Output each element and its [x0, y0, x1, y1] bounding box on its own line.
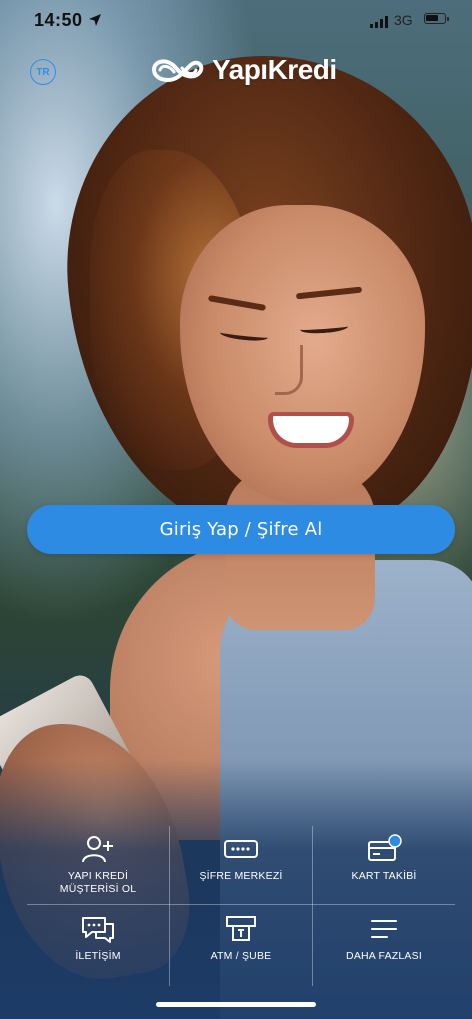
contact-button[interactable]: İLETİŞİM — [27, 906, 169, 986]
password-icon — [223, 834, 259, 864]
menu-icon — [366, 914, 402, 944]
more-label: DAHA FAZLASI — [346, 950, 422, 962]
password-center-button[interactable]: ŞİFRE MERKEZİ — [170, 826, 312, 906]
network-type: 3G — [394, 12, 413, 28]
status-bar: 14:50 3G — [0, 0, 472, 44]
add-user-icon — [80, 834, 116, 864]
language-button[interactable]: TR — [30, 59, 56, 85]
contact-label: İLETİŞİM — [75, 950, 121, 962]
location-arrow-icon — [89, 14, 101, 26]
chat-icon — [80, 914, 116, 944]
card-tracking-button[interactable]: KART TAKİBİ — [313, 826, 455, 906]
atm-branch-label: ATM / ŞUBE — [210, 950, 272, 962]
card-tracking-label: KART TAKİBİ — [351, 870, 417, 882]
battery-icon — [424, 13, 449, 24]
login-screen: 14:50 3G TR YapıKredi Giriş Yap / Şifre … — [0, 0, 472, 1019]
logo: YapıKredi — [150, 52, 340, 88]
logo-text: YapıKredi — [212, 54, 337, 85]
home-indicator[interactable] — [156, 1002, 316, 1007]
more-button[interactable]: DAHA FAZLASI — [313, 906, 455, 986]
signal-icon — [370, 14, 390, 28]
atm-icon — [223, 914, 259, 944]
status-time: 14:50 — [34, 10, 83, 30]
atm-branch-button[interactable]: ATM / ŞUBE — [170, 906, 312, 986]
become-customer-label: YAPI KREDİ MÜŞTERİSİ OL — [59, 870, 137, 895]
password-center-label: ŞİFRE MERKEZİ — [199, 870, 283, 882]
login-button[interactable]: Giriş Yap / Şifre Al — [27, 505, 455, 554]
become-customer-button[interactable]: YAPI KREDİ MÜŞTERİSİ OL — [27, 826, 169, 906]
quick-actions-grid: YAPI KREDİ MÜŞTERİSİ OL ŞİFRE MERKEZİ KA… — [27, 826, 455, 986]
card-tracking-icon — [366, 834, 402, 864]
yapikredi-logo-icon — [151, 59, 204, 83]
